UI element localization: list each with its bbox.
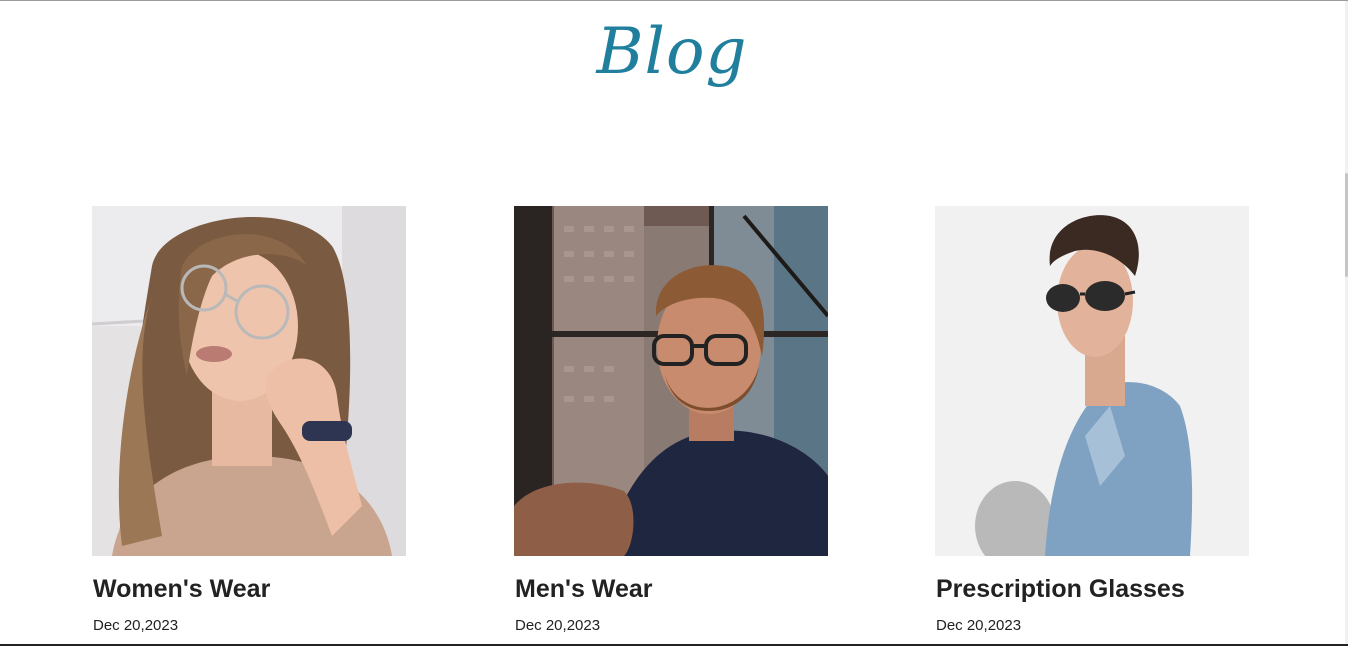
blog-heading: Blog — [596, 15, 748, 89]
blog-card-date: Dec 20,2023 — [515, 617, 601, 634]
blog-card-mens-wear[interactable]: Men's Wear Dec 20,2023 — [514, 206, 828, 636]
blog-card-title[interactable]: Women's Wear — [93, 572, 406, 606]
blog-card-prescription-glasses[interactable]: Prescription Glasses Dec 20,2023 — [935, 206, 1249, 636]
blog-card-date: Dec 20,2023 — [936, 617, 1022, 634]
blog-card-womens-wear[interactable]: Women's Wear Dec 20,2023 — [92, 206, 406, 636]
blog-card-date: Dec 20,2023 — [93, 617, 179, 634]
man-with-sunglasses-denim-jacket-photo[interactable] — [935, 206, 1249, 556]
blog-card-title[interactable]: Men's Wear — [515, 572, 828, 606]
blog-card-title[interactable]: Prescription Glasses — [936, 572, 1249, 606]
woman-with-round-glasses-photo[interactable] — [92, 206, 406, 556]
blog-section: Blog Women's Wear Dec 20,2023 Men's Wear… — [0, 0, 1348, 646]
man-with-glasses-city-window-photo[interactable] — [514, 206, 828, 556]
